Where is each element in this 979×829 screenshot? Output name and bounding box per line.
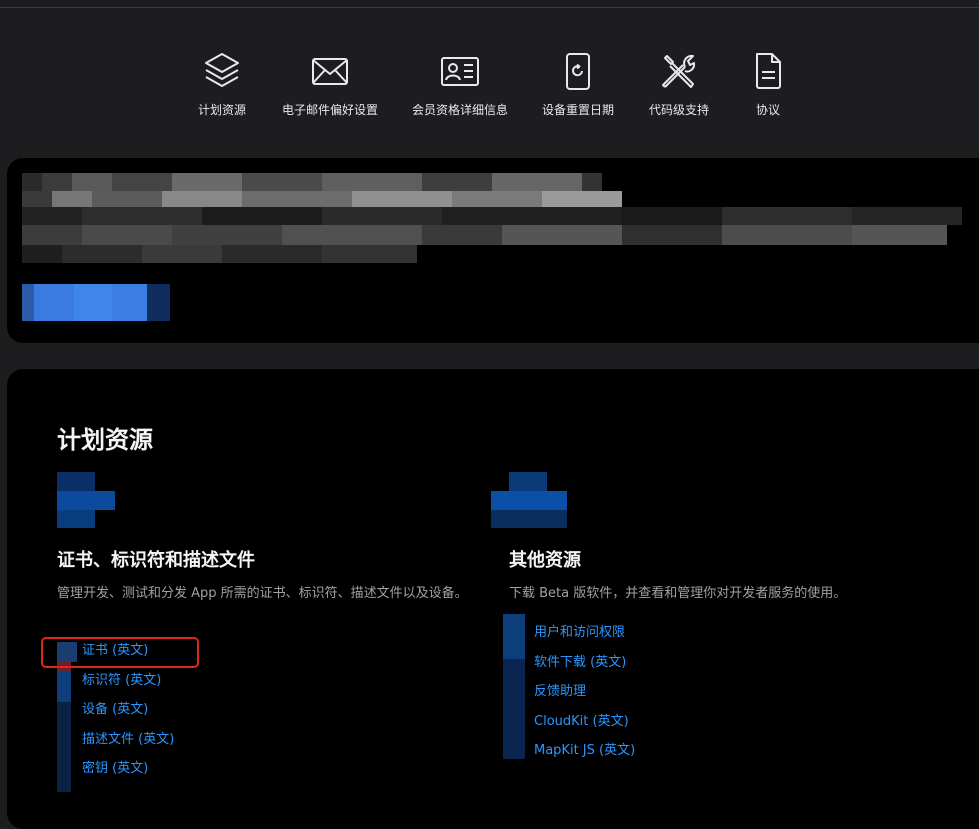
redacted-text-line-1 xyxy=(22,173,602,191)
link-keys[interactable]: 密钥 (英文) xyxy=(82,754,174,784)
account-summary-card xyxy=(7,158,979,343)
link-feedback-assistant[interactable]: 反馈助理 xyxy=(534,677,635,707)
other-resources-description: 下载 Beta 版软件，并查看和管理你对开发者服务的使用。 xyxy=(509,586,847,601)
envelope-icon xyxy=(265,50,395,98)
link-devices[interactable]: 设备 (英文) xyxy=(82,695,174,725)
redacted-text-line-4 xyxy=(22,225,947,245)
nav-label: 电子邮件偏好设置 xyxy=(281,103,378,117)
id-card-icon xyxy=(395,50,525,98)
nav-email-preferences[interactable]: 电子邮件偏好设置 xyxy=(265,50,395,118)
nav-membership-details[interactable]: 会员资格详细信息 xyxy=(395,50,525,118)
link-users-and-access[interactable]: 用户和访问权限 xyxy=(534,618,635,648)
other-resources-heading: 其他资源 xyxy=(509,550,581,571)
nav-agreements[interactable]: 协议 xyxy=(703,50,833,118)
redacted-link-icons xyxy=(503,614,525,759)
redacted-text-line-3 xyxy=(22,207,962,225)
nav-label: 会员资格详细信息 xyxy=(411,103,508,117)
section-title: 计划资源 xyxy=(57,426,153,454)
other-resources-icon xyxy=(491,472,567,528)
other-resources-links: 用户和访问权限 软件下载 (英文) 反馈助理 CloudKit (英文) Map… xyxy=(534,618,635,766)
link-identifiers[interactable]: 标识符 (英文) xyxy=(82,666,174,696)
link-profiles[interactable]: 描述文件 (英文) xyxy=(82,725,174,755)
certificates-icon xyxy=(57,472,115,528)
certificates-heading: 证书、标识符和描述文件 xyxy=(57,550,255,571)
top-divider xyxy=(0,7,979,8)
document-icon xyxy=(703,50,833,98)
redacted-text-line-2 xyxy=(22,191,622,207)
certificates-description: 管理开发、测试和分发 App 所需的证书、标识符、描述文件以及设备。 xyxy=(57,586,468,601)
nav-label: 协议 xyxy=(755,103,780,117)
account-nav: 计划资源 电子邮件偏好设置 会员资格详细信息 设备重置日期 代码级支持 协议 xyxy=(0,50,979,130)
link-software-downloads[interactable]: 软件下载 (英文) xyxy=(534,648,635,678)
link-cloudkit[interactable]: CloudKit (英文) xyxy=(534,707,635,737)
program-resources-card: 计划资源 证书、标识符和描述文件 管理开发、测试和分发 App 所需的证书、标识… xyxy=(7,369,979,829)
redacted-action-button[interactable] xyxy=(22,284,170,321)
highlight-box xyxy=(41,637,199,668)
link-mapkit-js[interactable]: MapKit JS (英文) xyxy=(534,736,635,766)
redacted-text-line-5 xyxy=(22,245,417,263)
